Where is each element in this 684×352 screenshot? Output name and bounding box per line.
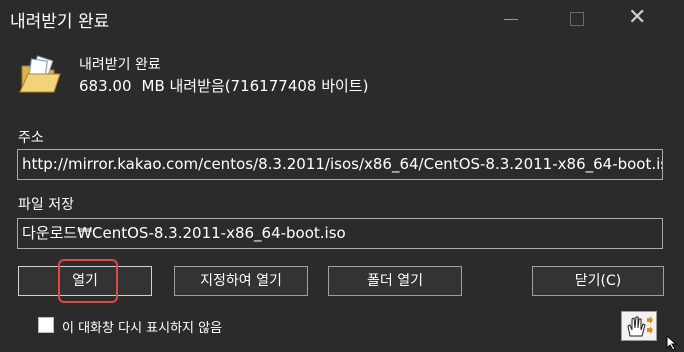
pan-hand-icon[interactable] bbox=[621, 311, 657, 341]
file-save-label: 파일 저장 bbox=[18, 197, 74, 213]
download-size: 683.00 MB 내려받음(716177408 바이트) bbox=[79, 75, 378, 96]
address-label: 주소 bbox=[18, 130, 44, 146]
size-detail: MB 내려받음(716177408 바이트) bbox=[141, 77, 369, 95]
minimize-icon bbox=[504, 19, 518, 20]
maximize-button[interactable] bbox=[552, 0, 598, 40]
close-button[interactable]: 닫기(C) bbox=[532, 266, 664, 296]
window-title: 내려받기 완료 bbox=[10, 12, 110, 32]
close-icon: ✕ bbox=[628, 5, 647, 30]
dont-show-again-label: 이 대화창 다시 표시하지 않음 bbox=[62, 321, 223, 336]
maximize-icon bbox=[570, 12, 584, 26]
open-folder-button[interactable]: 폴더 열기 bbox=[328, 266, 462, 296]
address-field[interactable]: http://mirror.kakao.com/centos/8.3.2011/… bbox=[17, 149, 663, 180]
title-bar: 내려받기 완료 ✕ bbox=[0, 0, 684, 40]
open-with-button[interactable]: 지정하여 열기 bbox=[174, 266, 308, 296]
dont-show-again-checkbox[interactable] bbox=[38, 317, 54, 333]
download-status: 내려받기 완료 bbox=[79, 57, 161, 73]
open-folder-icon bbox=[19, 55, 61, 93]
size-value: 683.00 bbox=[79, 77, 132, 95]
close-window-button[interactable]: ✕ bbox=[614, 0, 660, 40]
open-button-highlight bbox=[58, 259, 118, 303]
cursor-arrow-icon bbox=[666, 334, 678, 350]
hand-arrows-icon bbox=[627, 316, 653, 337]
file-path-field[interactable]: 다운로드₩CentOS-8.3.2011-x86_64-boot.iso bbox=[17, 218, 663, 249]
minimize-button[interactable] bbox=[494, 0, 540, 40]
